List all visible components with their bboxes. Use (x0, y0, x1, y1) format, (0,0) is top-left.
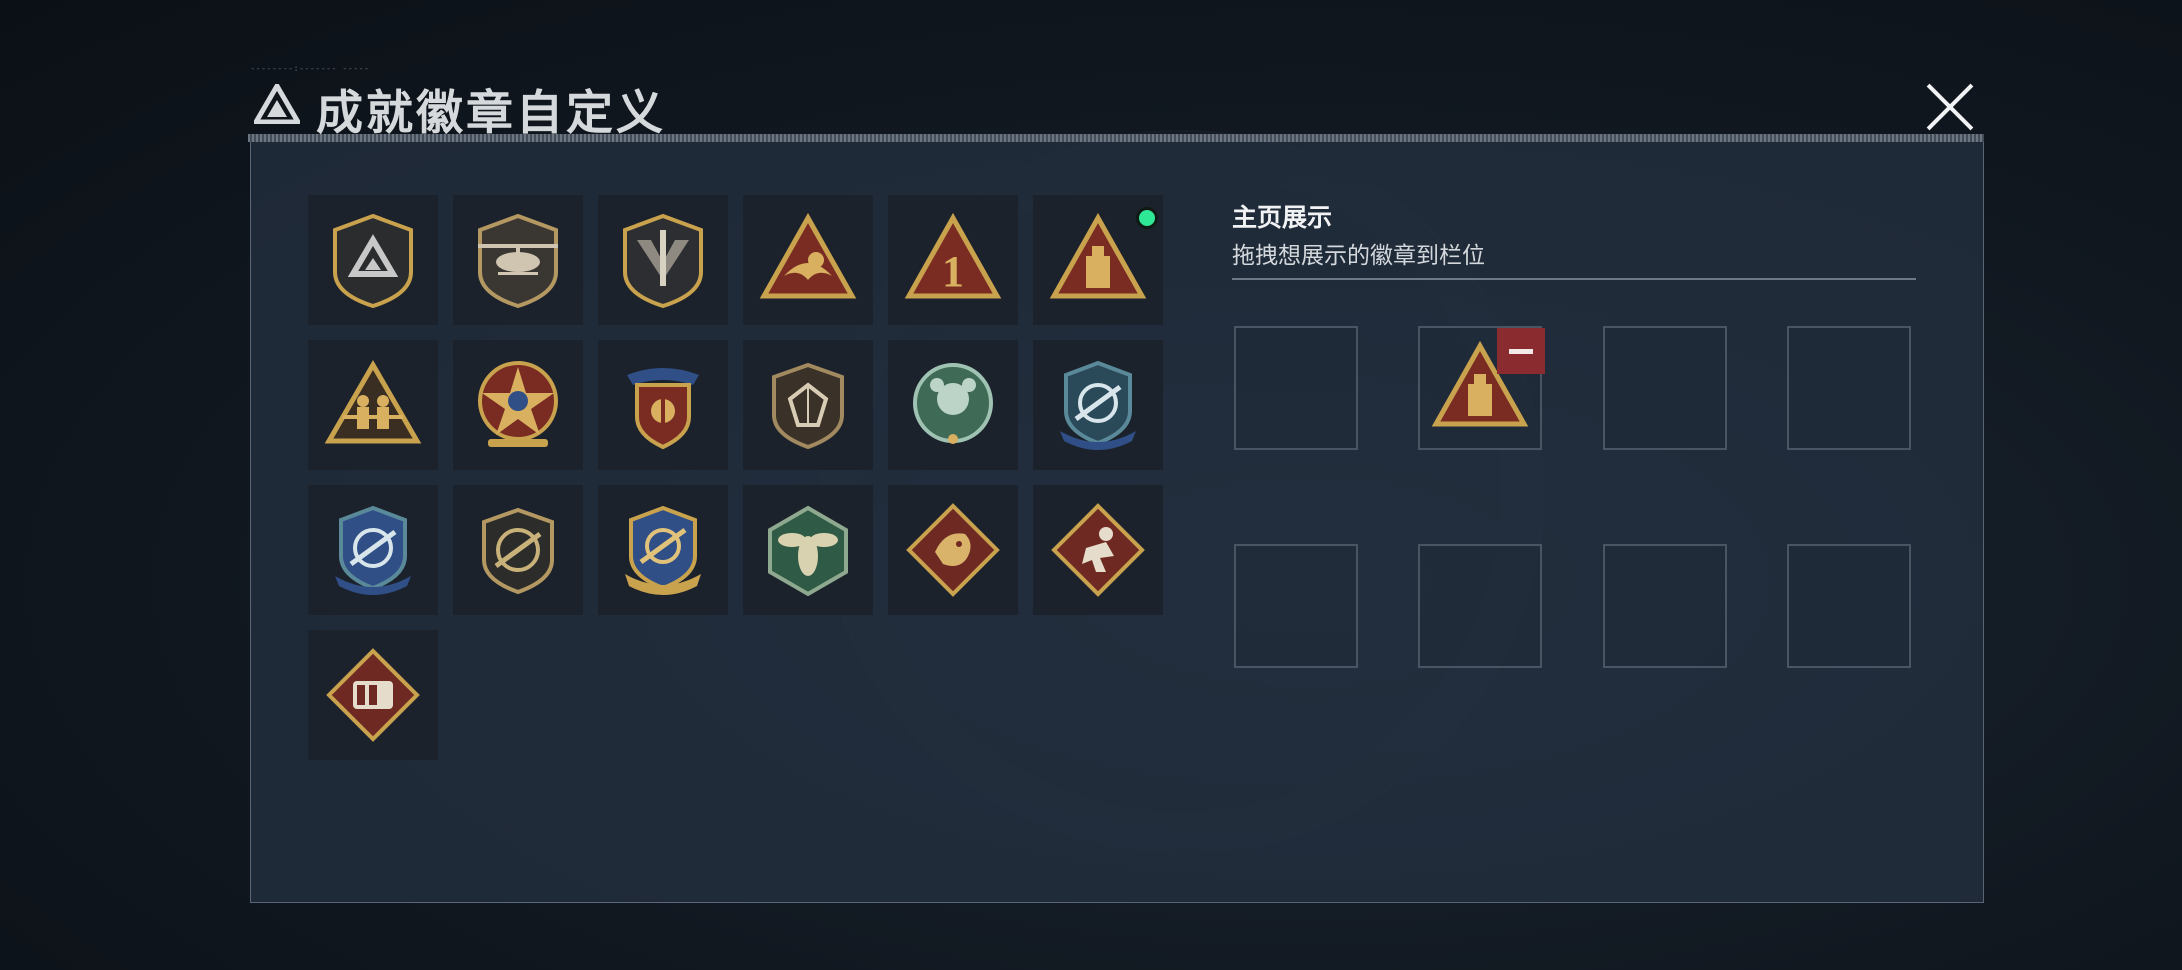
remove-badge-button[interactable] (1497, 328, 1545, 374)
fist-diamond-icon (326, 648, 420, 742)
beast-green-medal-icon (913, 363, 993, 444)
skull-star-medal-icon (478, 361, 558, 447)
badge-tile[interactable] (453, 340, 583, 470)
badge-tile[interactable] (598, 195, 728, 325)
eagle-triangle-icon (759, 212, 857, 299)
rifle-crosshair-shield-blue-icon (1060, 360, 1136, 450)
close-button[interactable] (1925, 82, 1975, 132)
badge-tile[interactable] (743, 485, 873, 615)
display-slot-8[interactable] (1787, 544, 1911, 668)
page-title: 成就徽章自定义 (316, 86, 666, 141)
display-slot-4[interactable] (1787, 326, 1911, 450)
badge-tile[interactable]: 1 (888, 195, 1018, 325)
rifle-crosshair-shield-gold-icon (625, 505, 701, 595)
header-micro-text: --------:------- ----- (250, 64, 370, 74)
helicopter-shield-icon (478, 213, 558, 309)
badge-tile[interactable] (453, 485, 583, 615)
shield-delta-logo-icon (333, 213, 413, 309)
new-badge-indicator (1136, 207, 1158, 229)
display-slot-5[interactable] (1234, 544, 1358, 668)
display-slot-1[interactable] (1234, 326, 1358, 450)
badge-tile[interactable] (743, 195, 873, 325)
number-one-triangle-icon: 1 (904, 212, 1002, 299)
runner-diamond-icon (1051, 503, 1145, 597)
display-slot-7[interactable] (1603, 544, 1727, 668)
badge-tile[interactable] (308, 485, 438, 615)
display-divider (1232, 278, 1916, 280)
display-slot-6[interactable] (1418, 544, 1542, 668)
soldiers-triangle-icon (324, 360, 422, 444)
badge-tile[interactable] (308, 195, 438, 325)
display-section-subtitle: 拖拽想展示的徽章到栏位 (1232, 243, 1485, 269)
badge-tile[interactable] (308, 630, 438, 760)
badge-tile[interactable] (888, 485, 1018, 615)
badge-tile[interactable] (1033, 340, 1163, 470)
badge-tile[interactable] (598, 485, 728, 615)
display-slot-3[interactable] (1603, 326, 1727, 450)
badge-tile[interactable] (308, 340, 438, 470)
badge-tile[interactable] (1033, 485, 1163, 615)
dragon-diamond-icon (906, 503, 1000, 597)
badge-tile[interactable] (598, 340, 728, 470)
hornet-hexagon-icon (768, 505, 848, 597)
drive-triangle-icon (1049, 212, 1147, 299)
winged-shield-icon (627, 368, 699, 450)
dagger-shield-icon (623, 213, 703, 309)
svg-text:1: 1 (942, 247, 964, 296)
badge-tile[interactable] (453, 195, 583, 325)
header-divider (248, 134, 1984, 142)
rifle-crosshair-shield-blue-2-icon (335, 505, 411, 595)
triangle-logo-icon (254, 84, 300, 124)
display-section-title: 主页展示 (1232, 203, 1333, 232)
badge-tile[interactable] (888, 340, 1018, 470)
gem-shield-icon (772, 362, 844, 450)
rifle-circle-shield-icon (482, 507, 554, 595)
badge-tile[interactable] (743, 340, 873, 470)
